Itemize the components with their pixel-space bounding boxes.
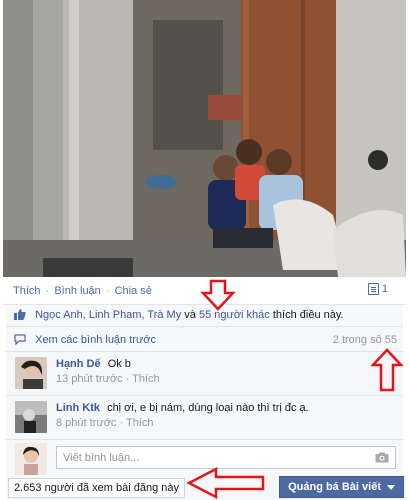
- comment-time[interactable]: 8 phút trước: [56, 417, 116, 429]
- camera-icon[interactable]: [375, 452, 389, 463]
- promote-post-button[interactable]: Quảng bá Bài viết: [279, 476, 404, 498]
- view-previous-comments: Xem các bình luận trước 2 trong số 55: [6, 327, 403, 352]
- comment-author[interactable]: Linh Ktk: [56, 402, 100, 414]
- comment: Linh Ktk chị ơi, e bị nám, dùng loại nào…: [6, 396, 403, 440]
- comment-bubble-icon: [14, 334, 26, 345]
- post: Thích · Bình luận · Chia sẻ 1 Ngọc Anh, …: [3, 0, 406, 500]
- comment-time[interactable]: 13 phút trước: [56, 373, 123, 385]
- comment-input-placeholder: Viết bình luận...: [63, 452, 140, 464]
- promote-post-label: Quảng bá Bài viết: [288, 481, 381, 493]
- shares-icon: [367, 283, 379, 295]
- comment-like-link[interactable]: Thích: [132, 373, 160, 385]
- comment-link[interactable]: Bình luận: [54, 285, 100, 297]
- view-previous-comments-link[interactable]: Xem các bình luận trước: [35, 334, 156, 346]
- comment-author[interactable]: Hạnh Dế: [56, 358, 101, 370]
- avatar[interactable]: [15, 357, 47, 389]
- separator: ·: [119, 417, 124, 429]
- separator: ·: [45, 285, 50, 297]
- comment: Hạnh Dế Ok b 13 phút trước · Thích: [6, 352, 403, 396]
- liker-names[interactable]: Ngọc Anh, Linh Pham, Trà My: [35, 309, 181, 321]
- comment-pager: 2 trong số 55: [332, 334, 397, 346]
- annotation-arrow-left-icon: [186, 466, 265, 500]
- feedback-section: Ngọc Anh, Linh Pham, Trà My và 55 người …: [6, 305, 403, 476]
- avatar[interactable]: [15, 401, 47, 433]
- separator: ·: [125, 373, 130, 385]
- annotation-arrow-down-icon: [200, 279, 236, 311]
- post-views: 2.653 người đã xem bài đăng này: [8, 478, 186, 498]
- post-views-text: 2.653 người đã xem bài đăng này: [14, 482, 180, 494]
- avatar: [15, 443, 47, 475]
- comment-text: Ok b: [107, 358, 131, 370]
- separator: ·: [105, 285, 110, 297]
- likes-suffix: thích điều này.: [272, 309, 344, 321]
- chevron-down-icon: [387, 484, 395, 490]
- comment-like-link[interactable]: Thích: [126, 417, 154, 429]
- like-link[interactable]: Thích: [13, 285, 41, 297]
- comment-text: chị ơi, e bị nám, dùng loại nào thì trị …: [107, 402, 309, 414]
- likes-and: và: [184, 309, 196, 321]
- share-link[interactable]: Chia sẻ: [115, 285, 152, 297]
- share-count-value: 1: [381, 283, 388, 295]
- post-photo[interactable]: [3, 0, 406, 277]
- share-count[interactable]: 1: [367, 283, 388, 295]
- thumbs-up-icon: [14, 309, 26, 320]
- annotation-arrow-up-icon: [371, 348, 403, 392]
